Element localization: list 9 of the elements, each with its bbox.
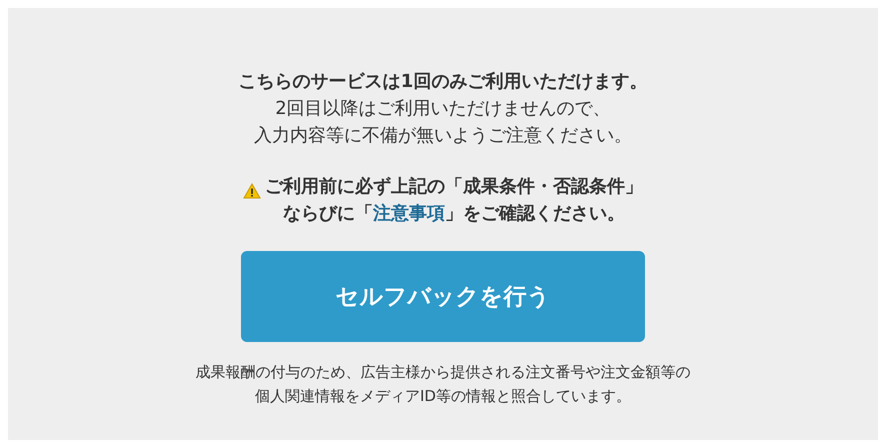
notice-title: こちらのサービスは1回のみご利用いただけます。 [238, 70, 648, 94]
selfback-button[interactable]: セルフバックを行う [241, 251, 645, 342]
warning-message: ご利用前に必ず上記の「成果条件・否認条件」 ならびに「注意事項」をご確認ください。 [265, 175, 643, 226]
footnote-text: 成果報酬の付与のため、広告主様から提供される注文番号や注文金額等の [196, 362, 690, 383]
footnote-text: 個人関連情報をメディアID等の情報と照合しています。 [254, 386, 632, 407]
notice-text: 2回目以降はご利用いただけませんので、 [275, 97, 611, 121]
notice-text: 入力内容等に不備が無いようご注意ください。 [254, 124, 632, 148]
cautions-link[interactable]: 注意事項 [373, 203, 445, 224]
warning-icon [243, 183, 261, 199]
